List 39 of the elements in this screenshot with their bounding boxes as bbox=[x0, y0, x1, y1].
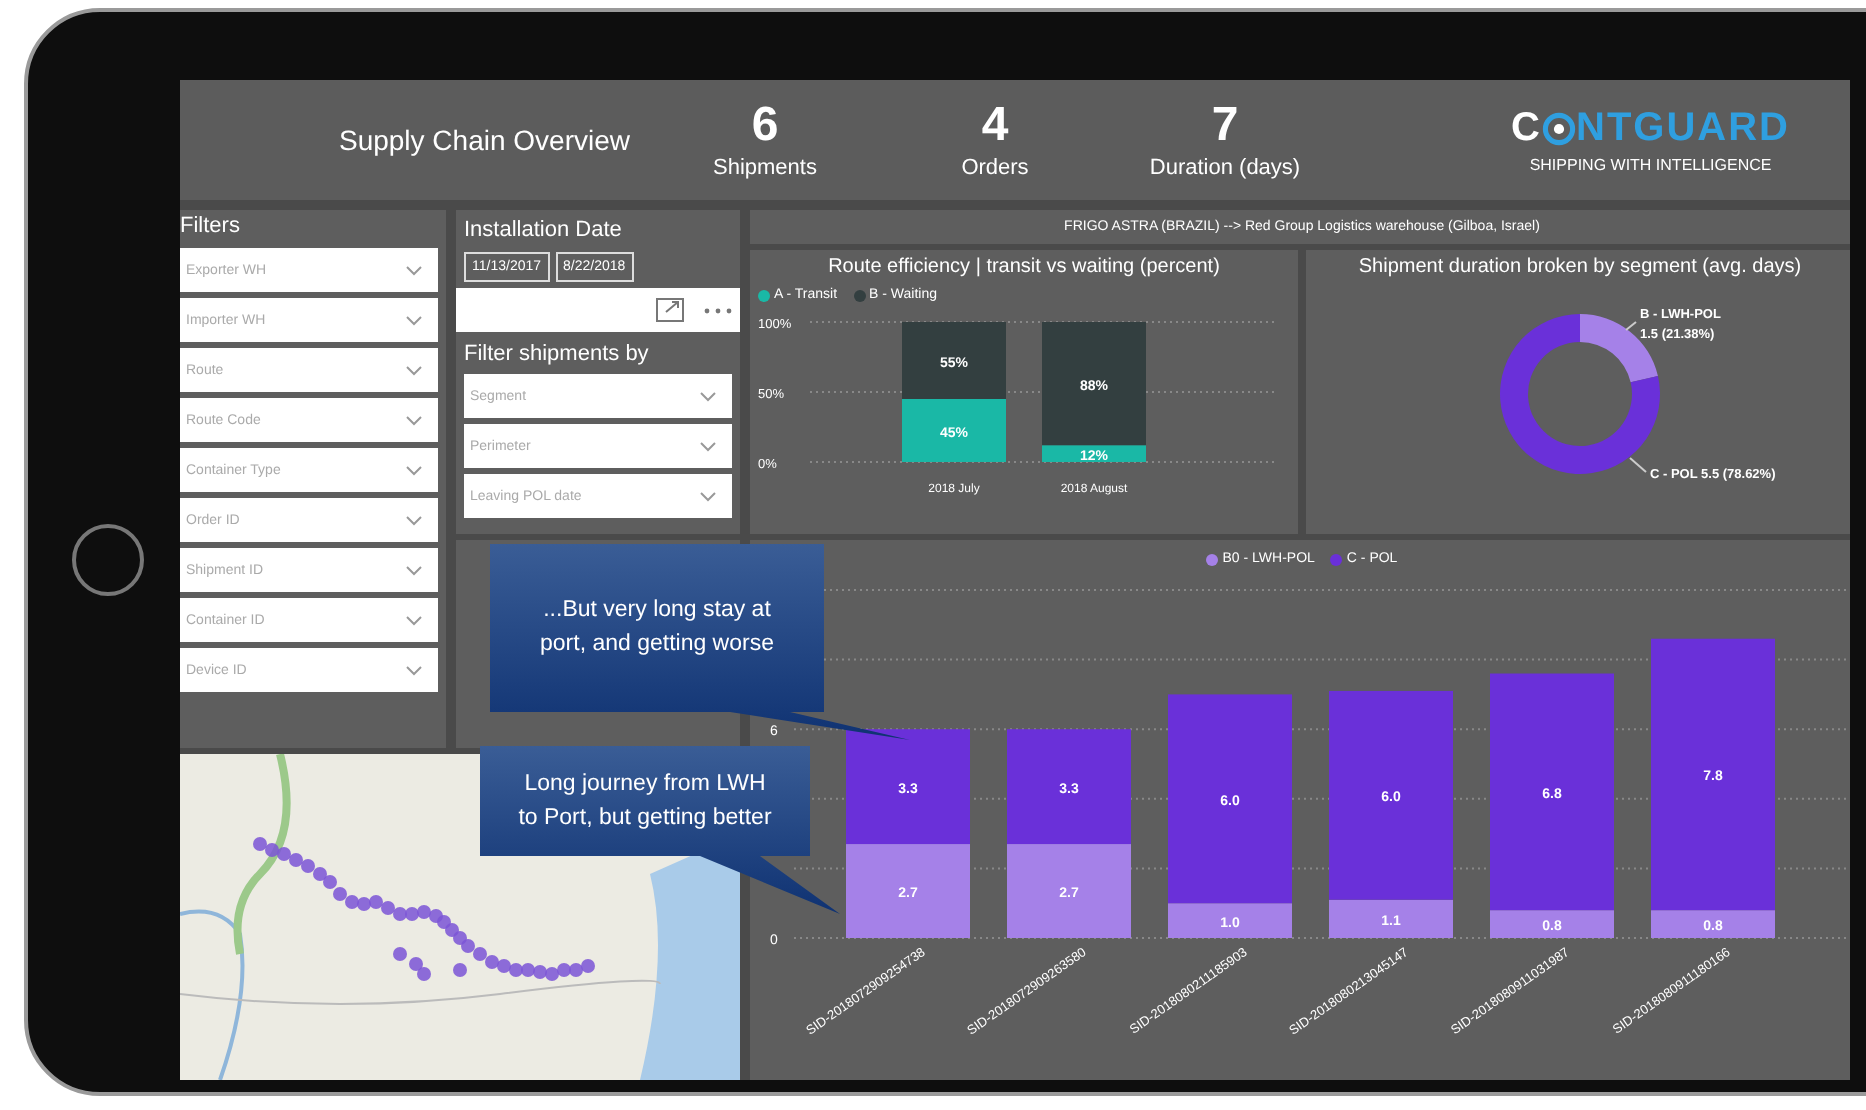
chevron-down-icon bbox=[406, 265, 422, 275]
kpi-label: Orders bbox=[961, 156, 1029, 180]
logo-tagline: SHIPPING WITH INTELLIGENCE bbox=[1529, 156, 1772, 174]
more-icon[interactable] bbox=[704, 307, 732, 313]
kpi-value: 7 bbox=[1211, 100, 1239, 152]
bar bbox=[846, 729, 970, 845]
chevron-down-icon bbox=[406, 665, 422, 675]
chevron-down-icon bbox=[406, 315, 422, 325]
kpi-label: Duration (days) bbox=[1149, 156, 1301, 180]
home-button[interactable] bbox=[72, 524, 144, 596]
callout-text: Long journey from LWH to Port, but getting better bbox=[516, 769, 774, 833]
chevron-down-icon bbox=[406, 415, 422, 425]
bar bbox=[1007, 729, 1131, 845]
section-title: Filter shipments by bbox=[464, 342, 651, 366]
bar bbox=[902, 399, 1006, 462]
chevron-down-icon bbox=[406, 365, 422, 375]
logo-text: C bbox=[1511, 106, 1542, 152]
callout-text: ...But very long stay at port, and getting worse bbox=[538, 596, 776, 660]
chevron-down-icon bbox=[406, 515, 422, 525]
chart-title: Route efficiency | transit vs waiting (percent) bbox=[828, 256, 1220, 278]
bar bbox=[1007, 844, 1131, 938]
kpi-value: 4 bbox=[981, 100, 1009, 152]
panel-title: Filters bbox=[180, 214, 242, 238]
chevron-down-icon bbox=[406, 615, 422, 625]
chevron-down-icon bbox=[700, 391, 716, 401]
logo-text: NTGUARD bbox=[1576, 106, 1790, 152]
chevron-down-icon bbox=[700, 491, 716, 501]
report-title: Supply Chain Overview bbox=[336, 124, 632, 156]
globe-icon bbox=[1542, 112, 1576, 146]
bar bbox=[846, 844, 970, 938]
kpi-label: Shipments bbox=[713, 156, 817, 180]
chevron-down-icon bbox=[700, 441, 716, 451]
panel-title: Installation Date bbox=[464, 218, 624, 242]
chart-title: Shipment duration broken by segment (avg. days) bbox=[1358, 256, 1802, 278]
chevron-down-icon bbox=[406, 565, 422, 575]
chevron-down-icon bbox=[406, 465, 422, 475]
expand-icon[interactable] bbox=[656, 298, 684, 322]
kpi-value: 6 bbox=[751, 100, 779, 152]
bar bbox=[902, 322, 1006, 399]
